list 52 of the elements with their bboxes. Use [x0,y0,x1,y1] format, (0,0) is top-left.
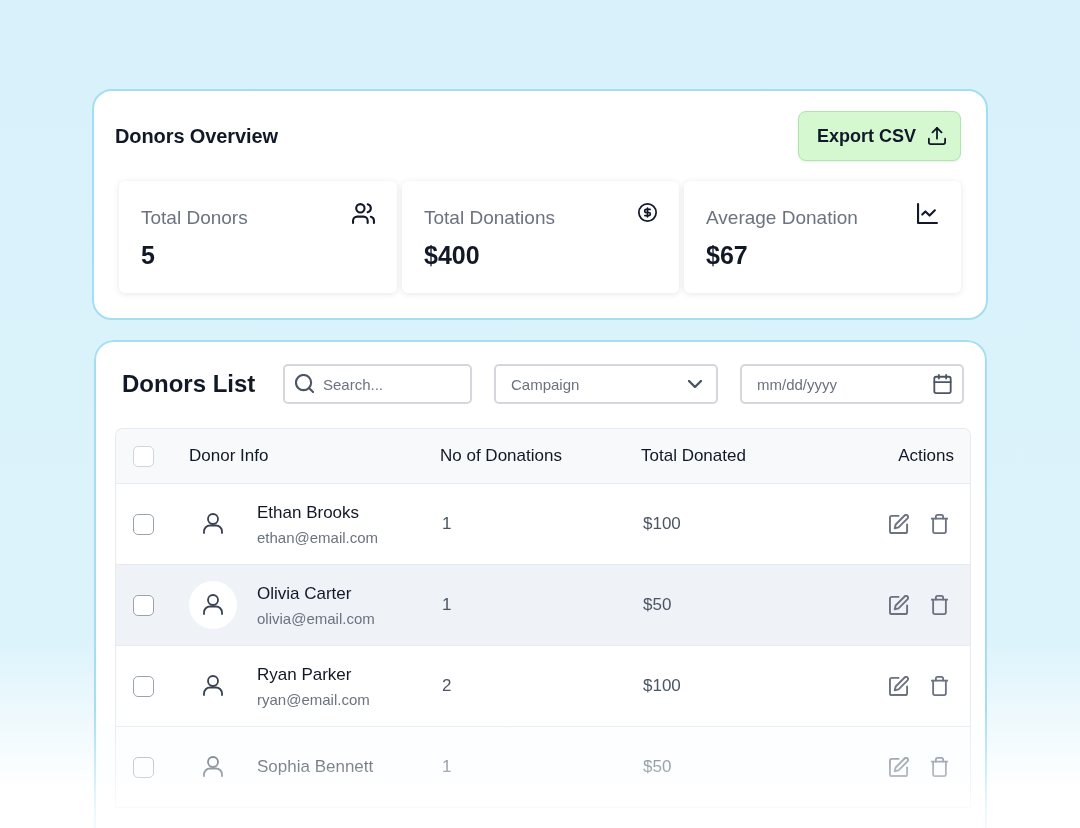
total-donated: $100 [642,676,682,696]
select-all-checkbox[interactable] [133,445,154,467]
donors-list-title: Donors List [122,370,257,398]
column-header: No of Donations [440,446,563,466]
export-csv-button[interactable]: Export CSV [797,111,961,161]
calendar-icon [933,374,952,394]
donor-email: olivia@email.com [257,609,375,627]
donor-email: ethan@email.com [257,528,379,546]
stat-value: $67 [706,241,749,270]
stat-label: Average Donation [706,207,858,229]
line-chart-icon [916,203,939,224]
trash-icon[interactable] [931,757,948,777]
column-header: Donor Info [189,446,270,466]
edit-icon[interactable] [889,757,909,777]
total-donated: $100 [642,514,682,534]
donations-count: 2 [441,676,453,696]
total-donated: $50 [642,595,673,615]
trash-icon[interactable] [931,676,948,696]
users-icon [352,203,375,224]
dollar-circle-icon [638,203,657,222]
row-checkbox[interactable] [133,594,154,616]
column-header: Total Donated [641,446,747,466]
date-field[interactable]: mm/dd/yyyy [740,364,964,404]
row-checkbox[interactable] [133,756,154,778]
search-field[interactable]: Search... [283,364,472,404]
donor-email: ryan@email.com [257,690,370,708]
row-checkbox[interactable] [133,675,154,697]
trash-icon[interactable] [931,514,948,534]
stat-label: Total Donors [141,207,248,229]
upload-icon [928,127,946,145]
stat-value: $400 [424,241,481,270]
overview-title: Donors Overview [115,124,278,148]
campaign-dropdown[interactable]: Campaign [494,364,718,404]
edit-icon[interactable] [889,676,909,696]
stat-label: Total Donations [424,207,555,229]
donor-name: Ryan Parker [257,664,353,685]
search-icon [295,374,314,393]
total-donated: $50 [642,757,673,777]
donations-count: 1 [441,514,453,534]
row-checkbox[interactable] [133,513,154,535]
edit-icon[interactable] [889,595,909,615]
stat-value: 5 [141,241,156,270]
user-avatar-icon [189,581,237,629]
donor-name: Ethan Brooks [257,502,361,523]
donations-count: 1 [441,757,453,777]
donor-name: Olivia Carter [257,583,353,604]
donor-name: Sophia Bennett [257,757,374,777]
trash-icon[interactable] [931,595,948,615]
edit-icon[interactable] [889,514,909,534]
donations-count: 1 [441,595,453,615]
chevron-down-icon [688,380,702,388]
column-header: Actions [898,446,954,466]
